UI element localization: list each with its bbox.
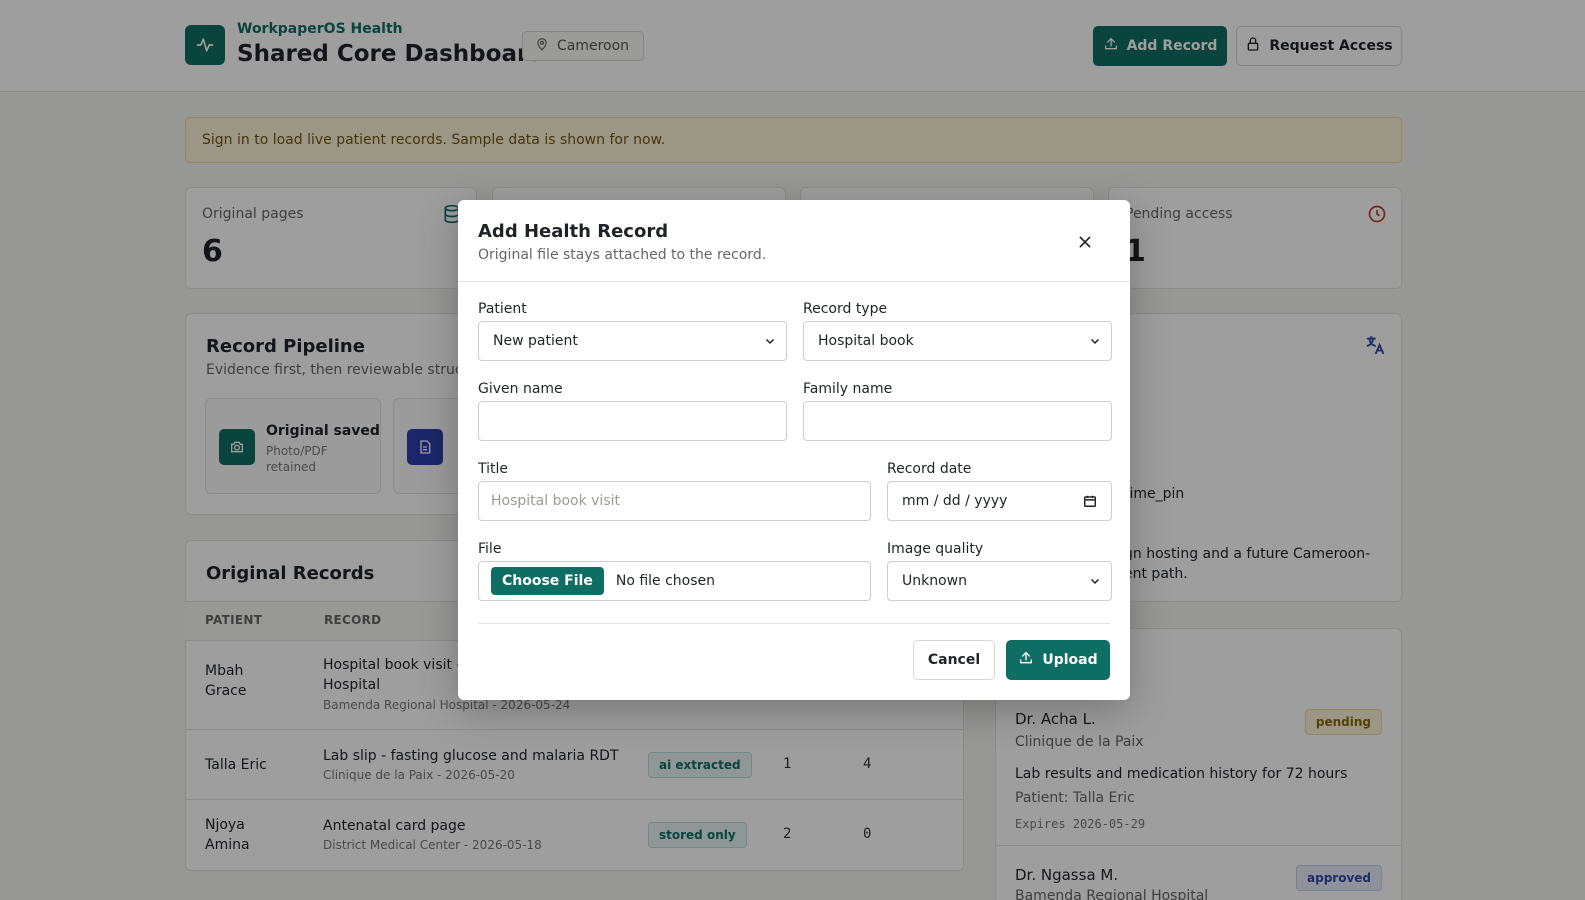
chevron-down-icon <box>1089 575 1101 591</box>
no-file-text: No file chosen <box>615 573 716 589</box>
record-type-select[interactable]: Hospital book <box>803 321 1112 361</box>
record-type-value: Hospital book <box>818 333 914 349</box>
file-input[interactable]: Choose File No file chosen <box>478 561 871 601</box>
record-date-input[interactable]: mm / dd / yyyy <box>887 481 1112 521</box>
record-date-placeholder: mm / dd / yyyy <box>902 493 1008 509</box>
family-name-input[interactable] <box>803 401 1112 441</box>
record-date-label: Record date <box>887 461 972 477</box>
image-quality-value: Unknown <box>902 573 967 589</box>
choose-file-button[interactable]: Choose File <box>491 567 604 595</box>
chevron-down-icon <box>764 335 776 351</box>
upload-label: Upload <box>1042 652 1098 668</box>
patient-label: Patient <box>478 301 527 317</box>
image-quality-select[interactable]: Unknown <box>887 561 1112 601</box>
title-label: Title <box>478 461 509 477</box>
title-input[interactable]: Hospital book visit <box>478 481 871 521</box>
dialog-title: Add Health Record <box>478 221 669 242</box>
record-type-label: Record type <box>803 301 888 317</box>
patient-select[interactable]: New patient <box>478 321 787 361</box>
close-icon[interactable] <box>1073 230 1097 254</box>
dialog-subtitle: Original file stays attached to the reco… <box>478 247 767 263</box>
family-name-label: Family name <box>803 381 893 397</box>
calendar-icon[interactable] <box>1083 494 1097 512</box>
chevron-down-icon <box>1089 335 1101 351</box>
title-placeholder: Hospital book visit <box>491 493 620 509</box>
upload-icon <box>1018 650 1034 670</box>
dialog-divider <box>458 281 1130 282</box>
given-name-label: Given name <box>478 381 563 397</box>
patient-select-value: New patient <box>493 333 578 349</box>
given-name-input[interactable] <box>478 401 787 441</box>
cancel-button[interactable]: Cancel <box>913 640 995 680</box>
file-label: File <box>478 541 502 557</box>
add-health-record-dialog: Add Health Record Original file stays at… <box>458 200 1130 700</box>
dialog-footer-divider <box>478 623 1110 624</box>
upload-button[interactable]: Upload <box>1006 640 1110 680</box>
image-quality-label: Image quality <box>887 541 984 557</box>
